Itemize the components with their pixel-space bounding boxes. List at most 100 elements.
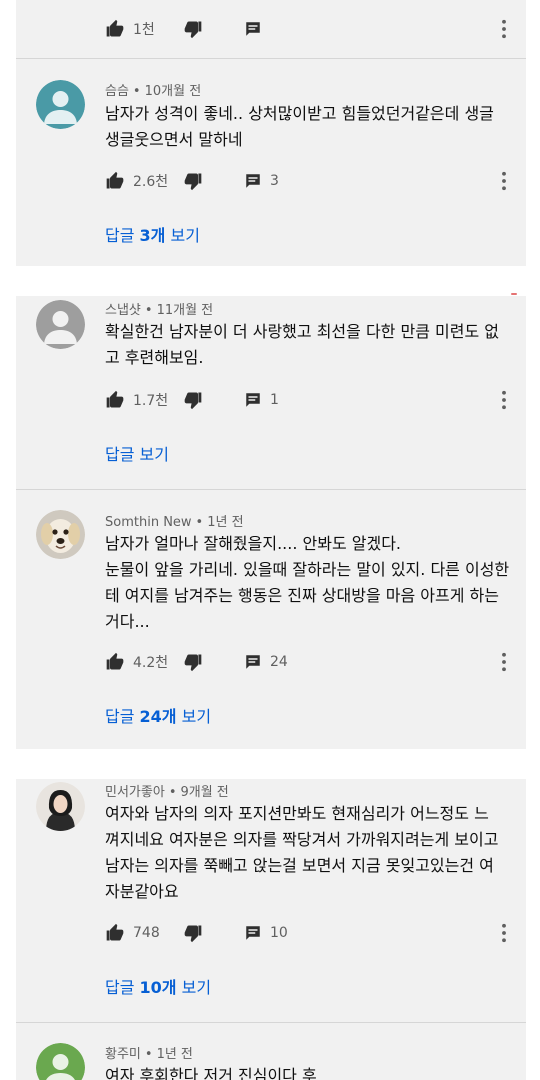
comment-actions: 4.2천 24 [105, 649, 515, 675]
thumb-down-icon [183, 652, 203, 672]
comment-text: 확실한건 남자분이 더 사랑했고 최선을 다한 만큼 미련도 없 고 후련해보임… [105, 319, 510, 371]
thumb-down-icon [183, 923, 203, 943]
meta-separator: • [144, 303, 153, 318]
default-avatar-icon [36, 1043, 85, 1080]
like-count: 1천 [133, 22, 155, 38]
dislike-button[interactable] [183, 920, 203, 946]
comment-author[interactable]: 황주미 [105, 1047, 141, 1062]
thumb-up-icon [105, 390, 125, 410]
view-replies-link[interactable]: 답글 3개 보기 [105, 222, 200, 246]
comment-card: Somthin New • 1년 전 남자가 얼마나 잘해줬을지.... 안봐도 알… [16, 490, 526, 749]
dislike-button[interactable] [183, 168, 203, 194]
more-options-button[interactable] [497, 387, 511, 413]
view-replies-label: 답글 보기 [105, 445, 169, 464]
avatar[interactable] [36, 782, 85, 831]
person-photo-avatar-icon [36, 782, 85, 831]
comment-time: 1년 전 [156, 1047, 193, 1062]
dislike-button[interactable] [183, 649, 203, 675]
comment-meta: 스냅샷 • 11개월 전 [105, 299, 213, 318]
reply-button[interactable]: 1 [244, 387, 279, 413]
like-count: 1.7천 [133, 393, 169, 409]
more-vert-icon [501, 652, 507, 672]
like-button[interactable]: 4.2천 [105, 649, 168, 675]
meta-separator: • [195, 515, 204, 530]
comment-card: 1천 [16, 0, 526, 58]
comment-icon [244, 172, 262, 190]
more-vert-icon [501, 390, 507, 410]
dislike-button[interactable] [183, 387, 203, 413]
comment-icon [244, 391, 262, 409]
more-options-button[interactable] [497, 16, 511, 42]
comment-text: 여자 후회한다 저거 진심이다 후 [105, 1063, 510, 1080]
thumb-down-icon [183, 171, 203, 191]
more-options-button[interactable] [497, 920, 511, 946]
comment-actions: 1.7천 1 [105, 387, 515, 413]
comment-actions: 1천 [105, 16, 515, 42]
reply-count-emphasis: 10개 [139, 978, 177, 997]
comment-line: 눈물이 앞을 가리네. 있을때 잘하라는 말이 있지. 다른 이성한 [105, 560, 510, 579]
puppy-avatar-icon [36, 510, 85, 559]
comment-icon [244, 924, 262, 942]
comment-time: 11개월 전 [156, 303, 214, 318]
decorative-mark [511, 293, 517, 295]
like-button[interactable]: 2.6천 [105, 168, 168, 194]
like-button[interactable]: 1천 [105, 16, 155, 42]
comment-author[interactable]: 민서가좋아 [105, 785, 165, 800]
comment-meta: 슴슴 • 10개월 전 [105, 80, 201, 99]
comment-actions: 748 10 [105, 920, 515, 946]
thumb-up-icon [105, 19, 125, 39]
like-button[interactable]: 1.7천 [105, 387, 168, 413]
comment-line: 테 여지를 남겨주는 행동은 진짜 상대방을 마음 아프게 하는 [105, 586, 499, 605]
comment-line: 자분같아요 [105, 882, 179, 901]
more-options-button[interactable] [497, 649, 511, 675]
comment-text: 남자가 성격이 좋네.. 상처많이받고 힘들었던거같은데 생글 생글웃으면서 말… [105, 101, 510, 153]
comment-line: 남자가 성격이 좋네.. 상처많이받고 힘들었던거같은데 생글 [105, 104, 494, 123]
comment-time: 10개월 전 [144, 84, 202, 99]
thumb-up-icon [105, 923, 125, 943]
view-replies-link[interactable]: 답글 24개 보기 [105, 703, 211, 727]
reply-button[interactable] [244, 16, 262, 42]
reply-count-emphasis: 24개 [139, 707, 177, 726]
thumb-up-icon [105, 652, 125, 672]
comment-actions: 2.6천 3 [105, 168, 515, 194]
comment-card: 황주미 • 1년 전 여자 후회한다 저거 진심이다 후 [16, 1023, 526, 1080]
comment-author[interactable]: 슴슴 [105, 84, 129, 99]
reply-button[interactable]: 3 [244, 168, 279, 194]
thumb-down-icon [183, 390, 203, 410]
default-avatar-icon [36, 80, 85, 129]
view-replies-link[interactable]: 답글 10개 보기 [105, 974, 211, 998]
reply-button[interactable]: 10 [244, 920, 288, 946]
reply-count: 24 [270, 654, 288, 670]
view-replies-link[interactable]: 답글 보기 [105, 441, 169, 465]
comment-author[interactable]: 스냅샷 [105, 303, 141, 318]
like-count: 4.2천 [133, 655, 169, 671]
default-avatar-icon [36, 300, 85, 349]
reply-count: 10 [270, 925, 288, 941]
avatar[interactable] [36, 300, 85, 349]
meta-separator: • [144, 1047, 153, 1062]
comment-author[interactable]: Somthin New [105, 515, 192, 530]
like-button[interactable]: 748 [105, 920, 160, 946]
comment-line: 남자는 의자를 쭉빼고 앉는걸 보면서 지금 못잊고있는건 여 [105, 856, 494, 875]
reply-count: 3 [270, 173, 279, 189]
avatar[interactable] [36, 80, 85, 129]
comment-card: 슴슴 • 10개월 전 남자가 성격이 좋네.. 상처많이받고 힘들었던거같은데 생… [16, 59, 526, 266]
reply-count-emphasis: 3개 [139, 226, 166, 245]
comment-line: 남자가 얼마나 잘해줬을지.... 안봐도 알겠다. [105, 534, 402, 553]
comment-line: 여자와 남자의 의자 포지션만봐도 현재심리가 어느정도 느 [105, 804, 489, 823]
comment-icon [244, 653, 262, 671]
thumb-up-icon [105, 171, 125, 191]
comment-text: 남자가 얼마나 잘해줬을지.... 안봐도 알겠다. 눈물이 앞을 가리네. 있… [105, 531, 510, 635]
dislike-button[interactable] [183, 16, 203, 42]
more-vert-icon [501, 171, 507, 191]
avatar[interactable] [36, 510, 85, 559]
comment-icon [244, 20, 262, 38]
comment-time: 1년 전 [207, 515, 244, 530]
reply-button[interactable]: 24 [244, 649, 288, 675]
thumb-down-icon [183, 19, 203, 39]
more-options-button[interactable] [497, 168, 511, 194]
comment-meta: Somthin New • 1년 전 [105, 511, 244, 530]
avatar[interactable] [36, 1043, 85, 1080]
reply-count: 1 [270, 392, 279, 408]
comment-line: 껴지네요 여자분은 의자를 짝당겨서 가까워지려는게 보이고 [105, 830, 499, 849]
